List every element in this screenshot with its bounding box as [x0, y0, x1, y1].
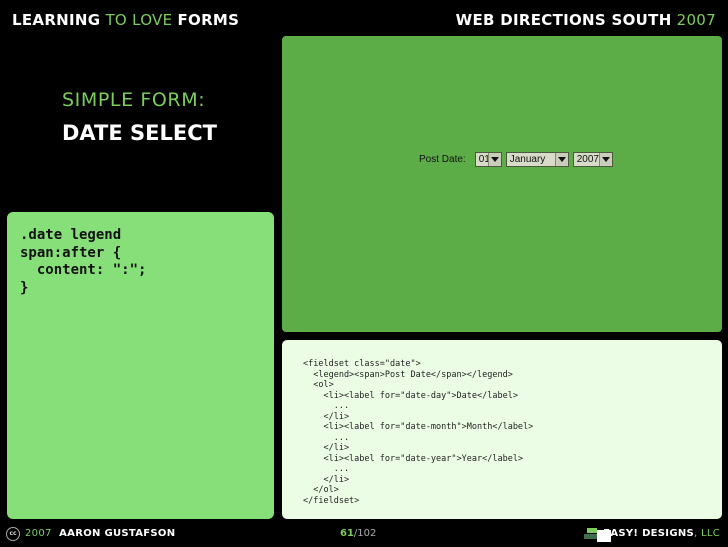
chevron-down-icon [554, 152, 568, 166]
title-part-forms: FORMS [177, 11, 240, 29]
slide-subtitle: SIMPLE FORM: [62, 89, 206, 111]
html-code-block: <fieldset class="date"> <legend><span>Po… [303, 359, 534, 506]
title-part-to-love: TO LOVE [105, 11, 173, 29]
day-select[interactable]: 01 [474, 151, 502, 167]
footer-credit: 2007 AARON GUSTAFSON [25, 528, 175, 539]
conference-year: 2007 [676, 11, 716, 29]
company-name: EASY! DESIGNS [603, 528, 695, 539]
chevron-down-icon [487, 152, 501, 166]
demo-panel: Post Date: 01 January 2007 [282, 36, 722, 332]
date-fieldset: Post Date: 01 January 2007 [419, 151, 617, 167]
month-select-value: January [509, 153, 546, 165]
footer-year: 2007 [25, 528, 52, 539]
css-code-panel: .date legend span:after { content: ":"; … [7, 212, 274, 519]
presentation-title: LEARNING TO LOVE FORMS [12, 11, 239, 29]
page-total: 102 [357, 528, 377, 539]
post-date-legend: Post Date: [419, 153, 466, 165]
conference-name: WEB DIRECTIONS SOUTH 2007 [456, 11, 716, 29]
css-code-block: .date legend span:after { content: ":"; … [20, 227, 147, 296]
year-select-value: 2007 [576, 153, 599, 165]
slide-counter: 61/102 [340, 528, 376, 539]
conference-label: WEB DIRECTIONS SOUTH [455, 11, 672, 29]
company-suffix: , LLC [694, 528, 720, 539]
header-bar: LEARNING TO LOVE FORMS WEB DIRECTIONS SO… [0, 0, 728, 36]
footer-bar: cc 2007 AARON GUSTAFSON 61/102 EASY! DES… [0, 522, 728, 547]
page-current: 61 [340, 528, 354, 539]
chevron-down-icon [598, 152, 612, 166]
html-code-panel: <fieldset class="date"> <legend><span>Po… [282, 340, 722, 519]
title-part-learning: LEARNING [12, 11, 101, 29]
year-select[interactable]: 2007 [572, 151, 613, 167]
month-select[interactable]: January [505, 151, 569, 167]
company-credit: EASY! DESIGNS, LLC [603, 528, 720, 539]
footer-author: AARON GUSTAFSON [59, 528, 176, 539]
slide-title: DATE SELECT [62, 121, 217, 145]
creative-commons-icon: cc [6, 527, 20, 541]
